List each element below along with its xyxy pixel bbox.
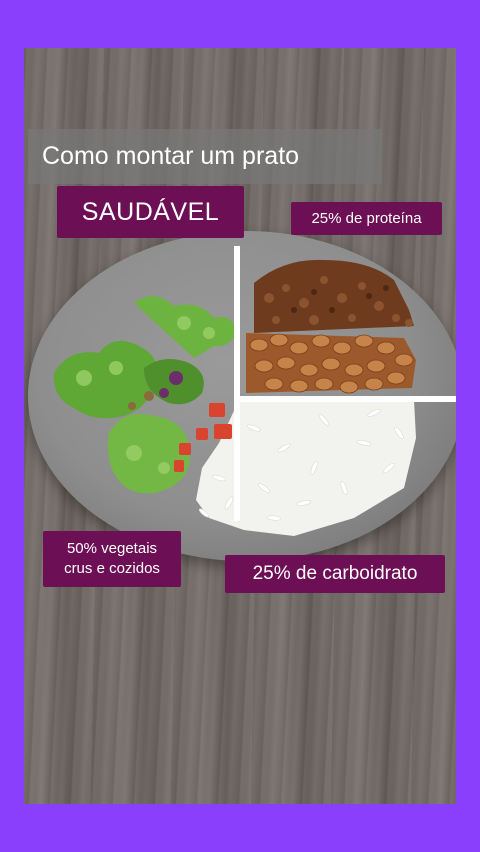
title-box: Como montar um prato [28,129,382,184]
screen: { "title": "Como montar um prato", "subt… [0,0,480,852]
page-title: Como montar um prato [42,142,300,170]
protein-label-text: 25% de proteína [311,210,422,227]
protein-label: 25% de proteína [291,202,442,235]
beans [246,333,416,394]
horizontal-divider [240,396,456,402]
carbs-label: 25% de carboidrato [225,555,445,593]
vertical-divider [234,246,240,521]
subtitle-text: SAUDÁVEL [81,197,220,226]
ground-meat [254,259,414,333]
rice [196,400,416,536]
vegetables-label-line2: crus e cozidos [64,560,160,577]
vegetables-label: 50% vegetais crus e cozidos [43,531,181,587]
carbs-label-text: 25% de carboidrato [252,563,418,584]
vegetables-label-line1: 50% vegetais [66,540,158,557]
subtitle-badge: SAUDÁVEL [57,186,244,238]
